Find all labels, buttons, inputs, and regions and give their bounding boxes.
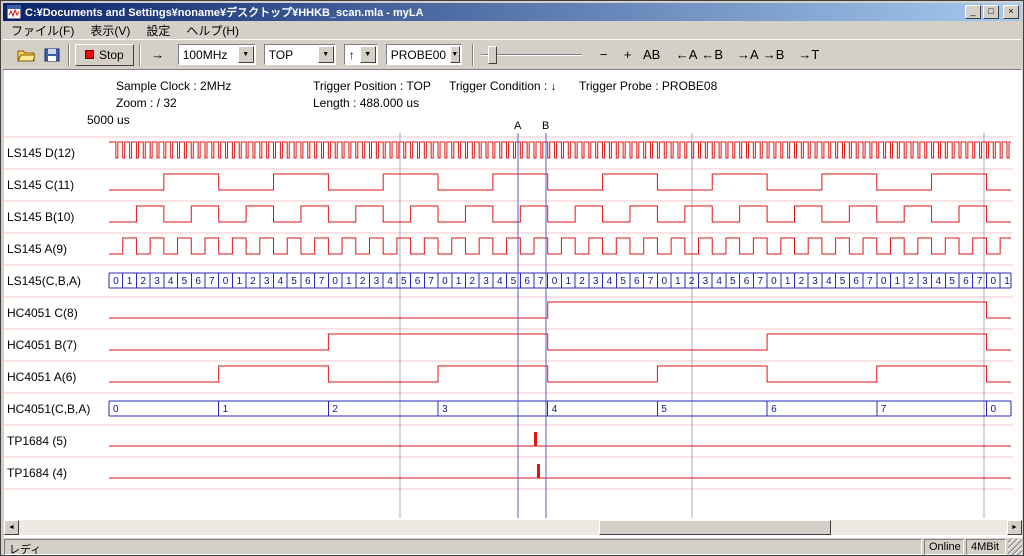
trigger-position-value: TOP: [265, 48, 318, 62]
chevron-down-icon[interactable]: ▼: [238, 46, 254, 63]
probe-combo[interactable]: PROBE00 ▼: [386, 44, 462, 65]
chevron-down-icon[interactable]: ▼: [360, 46, 376, 63]
resize-grip[interactable]: [1008, 539, 1022, 555]
zoom-slider[interactable]: [479, 44, 584, 66]
stop-icon: [85, 50, 94, 59]
zoom-out-button[interactable]: −: [592, 44, 616, 66]
info-trigger-position: Trigger Position : TOP: [313, 79, 431, 93]
info-sample-clock: Sample Clock : 2MHz: [116, 79, 231, 93]
window-title: C:¥Documents and Settings¥noname¥デスクトップ¥…: [25, 4, 963, 20]
toolbar-separator: [68, 44, 70, 66]
info-length: Length : 488.000 us: [313, 96, 419, 110]
menu-view[interactable]: 表示(V): [82, 21, 138, 40]
trigger-position-combo[interactable]: TOP ▼: [264, 44, 336, 65]
info-trigger-probe: Trigger Probe : PROBE08: [579, 79, 717, 93]
info-zoom: Zoom : / 32: [116, 96, 177, 110]
status-online: Online: [924, 539, 964, 555]
horizontal-scrollbar[interactable]: ◄ ►: [4, 520, 1022, 535]
sample-clock-combo[interactable]: 100MHz ▼: [178, 44, 256, 65]
open-button[interactable]: [15, 44, 37, 66]
probe-value: PROBE00: [387, 48, 450, 62]
menu-help[interactable]: ヘルプ(H): [178, 21, 247, 40]
open-folder-icon: [17, 48, 35, 62]
run-button[interactable]: →: [146, 44, 170, 66]
status-message: レディ: [4, 539, 922, 555]
waveform-panel: [4, 70, 1022, 538]
goto-cursor-b-button[interactable]: ←B: [699, 44, 725, 66]
title-bar: C:¥Documents and Settings¥noname¥デスクトップ¥…: [3, 3, 1021, 21]
toolbar-separator: [139, 44, 141, 66]
info-trigger-condition: Trigger Condition : ↓: [449, 79, 557, 93]
minimize-button[interactable]: _: [965, 5, 981, 19]
chevron-down-icon[interactable]: ▼: [450, 46, 460, 63]
trigger-edge-combo[interactable]: ↑ ▼: [344, 44, 378, 65]
set-cursor-a-button[interactable]: →A: [735, 44, 761, 66]
menu-file[interactable]: ファイル(F): [3, 21, 82, 40]
zoom-in-button[interactable]: +: [616, 44, 640, 66]
save-button[interactable]: [41, 44, 63, 66]
stop-button[interactable]: Stop: [75, 44, 134, 66]
floppy-icon: [44, 48, 60, 62]
app-icon: [7, 5, 21, 19]
status-memory: 4MBit: [966, 539, 1006, 555]
set-cursor-b-button[interactable]: →B: [761, 44, 787, 66]
status-bar: レディ Online 4MBit: [4, 539, 1022, 555]
app-window: C:¥Documents and Settings¥noname¥デスクトップ¥…: [0, 0, 1024, 556]
time-scale-label: 5000 us: [87, 113, 130, 127]
scroll-left-button[interactable]: ◄: [4, 520, 19, 535]
stop-label: Stop: [99, 48, 124, 62]
scrollbar-track[interactable]: [19, 520, 1007, 535]
slider-thumb[interactable]: [488, 46, 497, 64]
menu-settings[interactable]: 設定: [138, 21, 178, 40]
scrollbar-thumb[interactable]: [599, 520, 831, 535]
trigger-edge-value: ↑: [345, 48, 360, 62]
ab-button[interactable]: AB: [640, 44, 664, 66]
close-button[interactable]: ×: [1003, 5, 1019, 19]
toolbar-separator: [472, 44, 474, 66]
goto-cursor-a-button[interactable]: ←A: [674, 44, 700, 66]
menu-bar: ファイル(F) 表示(V) 設定 ヘルプ(H): [3, 21, 1021, 39]
chevron-down-icon[interactable]: ▼: [318, 46, 334, 63]
goto-trigger-button[interactable]: →T: [796, 44, 821, 66]
sample-clock-value: 100MHz: [179, 48, 238, 62]
scroll-right-button[interactable]: ►: [1007, 520, 1022, 535]
maximize-button[interactable]: □: [983, 5, 999, 19]
toolbar: Stop → 100MHz ▼ TOP ▼ ↑ ▼ PROBE00 ▼ − + …: [3, 39, 1021, 70]
